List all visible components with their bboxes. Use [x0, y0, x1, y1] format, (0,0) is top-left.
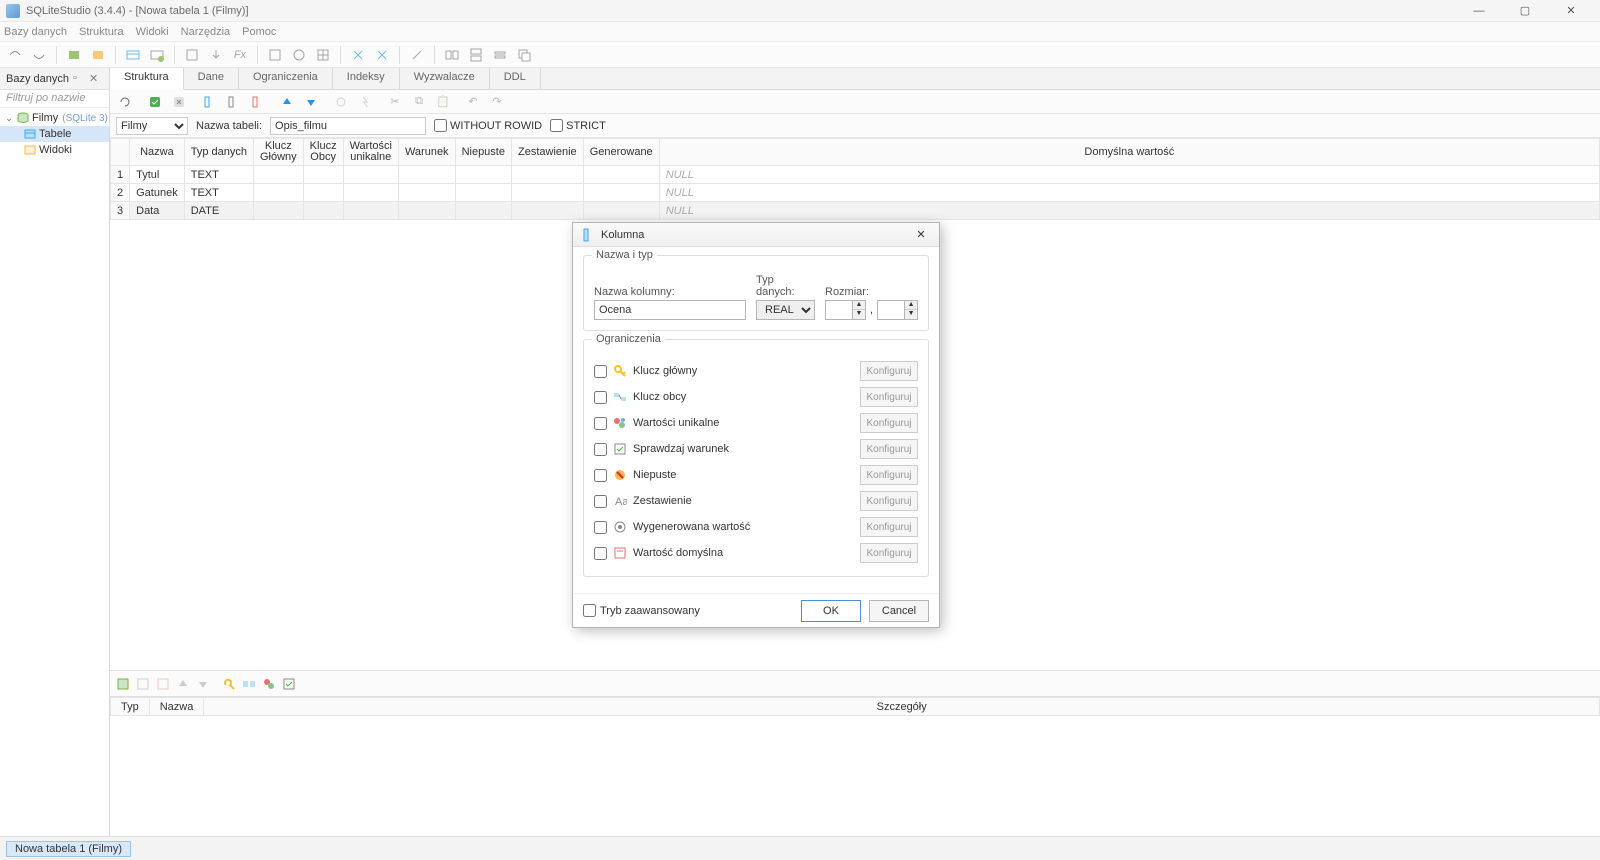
dialog-footer: Tryb zaawansowany OK Cancel	[573, 593, 939, 627]
constraints-legend: Ograniczenia	[592, 333, 665, 345]
svg-text:Aa: Aa	[615, 496, 627, 508]
configure-unique-button[interactable]: Konfiguruj	[860, 413, 918, 433]
constraint-generated-checkbox[interactable]	[594, 521, 607, 534]
constraint-collate: Aa Zestawienie Konfiguruj	[594, 488, 918, 514]
advanced-mode-option[interactable]: Tryb zaawansowany	[583, 604, 793, 617]
column-dialog: Kolumna ✕ Nazwa i typ Nazwa kolumny: Typ…	[572, 222, 940, 628]
constraint-generated: Wygenerowana wartość Konfiguruj	[594, 514, 918, 540]
size-scale-spinner[interactable]: ▲▼	[877, 300, 918, 320]
unique-icon	[613, 416, 627, 430]
constraint-fk: Klucz obcy Konfiguruj	[594, 384, 918, 410]
constraints-group: Ograniczenia Klucz główny Konfiguruj Klu…	[583, 339, 929, 577]
column-name-input[interactable]	[594, 300, 746, 320]
dialog-title: Kolumna	[601, 229, 644, 241]
constraint-default-checkbox[interactable]	[594, 547, 607, 560]
key-icon	[613, 364, 627, 378]
constraint-notnull: Niepuste Konfiguruj	[594, 462, 918, 488]
column-type-select[interactable]: REAL	[756, 300, 815, 320]
configure-check-button[interactable]: Konfiguruj	[860, 439, 918, 459]
configure-fk-button[interactable]: Konfiguruj	[860, 387, 918, 407]
generated-icon	[613, 520, 627, 534]
dialog-overlay: Kolumna ✕ Nazwa i typ Nazwa kolumny: Typ…	[0, 0, 1600, 860]
configure-notnull-button[interactable]: Konfiguruj	[860, 465, 918, 485]
dialog-titlebar[interactable]: Kolumna ✕	[573, 223, 939, 247]
constraint-unique-checkbox[interactable]	[594, 417, 607, 430]
column-icon	[581, 228, 595, 242]
dialog-close-button[interactable]: ✕	[911, 228, 931, 241]
constraint-default: Wartość domyślna Konfiguruj	[594, 540, 918, 566]
advanced-mode-checkbox[interactable]	[583, 604, 596, 617]
configure-generated-button[interactable]: Konfiguruj	[860, 517, 918, 537]
default-icon	[613, 546, 627, 560]
constraint-notnull-checkbox[interactable]	[594, 469, 607, 482]
configure-collate-button[interactable]: Konfiguruj	[860, 491, 918, 511]
configure-pk-button[interactable]: Konfiguruj	[860, 361, 918, 381]
constraint-pk: Klucz główny Konfiguruj	[594, 358, 918, 384]
configure-default-button[interactable]: Konfiguruj	[860, 543, 918, 563]
constraint-fk-checkbox[interactable]	[594, 391, 607, 404]
name-type-group: Nazwa i typ Nazwa kolumny: Typ danych: R…	[583, 255, 929, 331]
constraint-check: Sprawdzaj warunek Konfiguruj	[594, 436, 918, 462]
size-precision-spinner[interactable]: ▲▼	[825, 300, 866, 320]
ok-button[interactable]: OK	[801, 600, 861, 622]
fk-icon	[613, 390, 627, 404]
name-type-legend: Nazwa i typ	[592, 249, 657, 261]
column-type-label: Typ danych:	[756, 274, 815, 298]
collate-icon: Aa	[613, 494, 627, 508]
constraint-check-checkbox[interactable]	[594, 443, 607, 456]
check-icon	[613, 442, 627, 456]
notnull-icon	[613, 468, 627, 482]
size-comma: ,	[870, 304, 873, 316]
column-size-label: Rozmiar:	[825, 286, 918, 298]
constraint-collate-checkbox[interactable]	[594, 495, 607, 508]
column-name-label: Nazwa kolumny:	[594, 286, 746, 298]
constraint-pk-checkbox[interactable]	[594, 365, 607, 378]
cancel-button[interactable]: Cancel	[869, 600, 929, 622]
constraint-unique: Wartości unikalne Konfiguruj	[594, 410, 918, 436]
